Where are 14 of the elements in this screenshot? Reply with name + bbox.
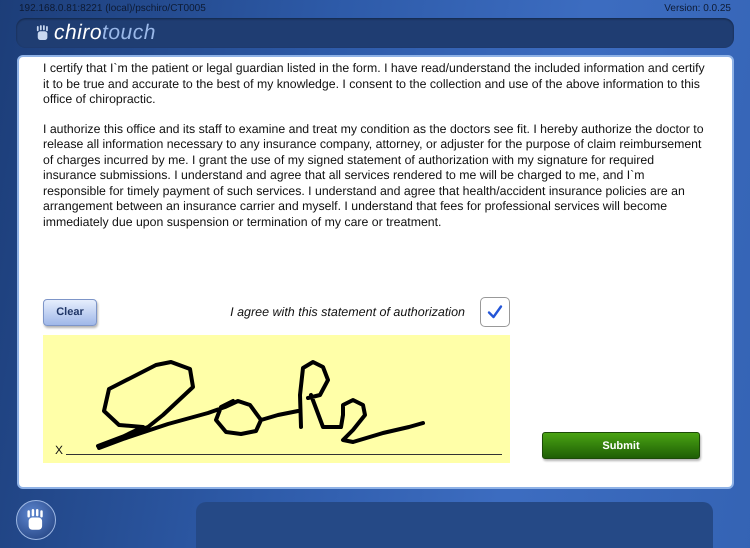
submit-button[interactable]: Submit [542, 432, 700, 459]
agreement-checkbox[interactable] [480, 297, 510, 327]
signature-pad[interactable]: X [43, 335, 510, 463]
hand-icon [36, 25, 50, 41]
logo: chirotouch [54, 21, 156, 45]
home-button[interactable] [16, 500, 56, 540]
server-address: 192.168.0.81:8221 (local)/pschiro/CT0005 [19, 2, 206, 14]
consent-paragraph: I authorize this office and its staff to examine and treat my condition as the doctors see fit. I hereby authorize the doctor to release all information necessary to any insurance company, attorney, or adjuster for the purpose of claim reimbursement of charges incurred by me. I grant the use of my signed statement of authorization with my signature for required insurance submissions. I understand and agree that all services rendered to me will be charged to me, and I`m responsible for timely payment of such services. I understand and agree that health/accident insurance policies are an arrangement between an insurance carrier and myself. I understand that fees for professional services will become immediately due upon suspension or termination of my care or treatment. [43, 122, 705, 230]
checkmark-icon [487, 304, 503, 320]
consent-paragraph: I certify that I`m the patient or legal guardian listed in the form. I have read/understand the included information and certify it to be true and accurate to the best of my knowledge. I consent to the collection and use of the above information to this office of chiropractic. [43, 61, 706, 108]
clear-button[interactable]: Clear [43, 298, 97, 326]
signature-x-mark: X [55, 443, 64, 457]
agreement-label: I agree with this statement of authorization [229, 305, 465, 319]
version-label: Version: 0.0.25 [664, 2, 731, 14]
